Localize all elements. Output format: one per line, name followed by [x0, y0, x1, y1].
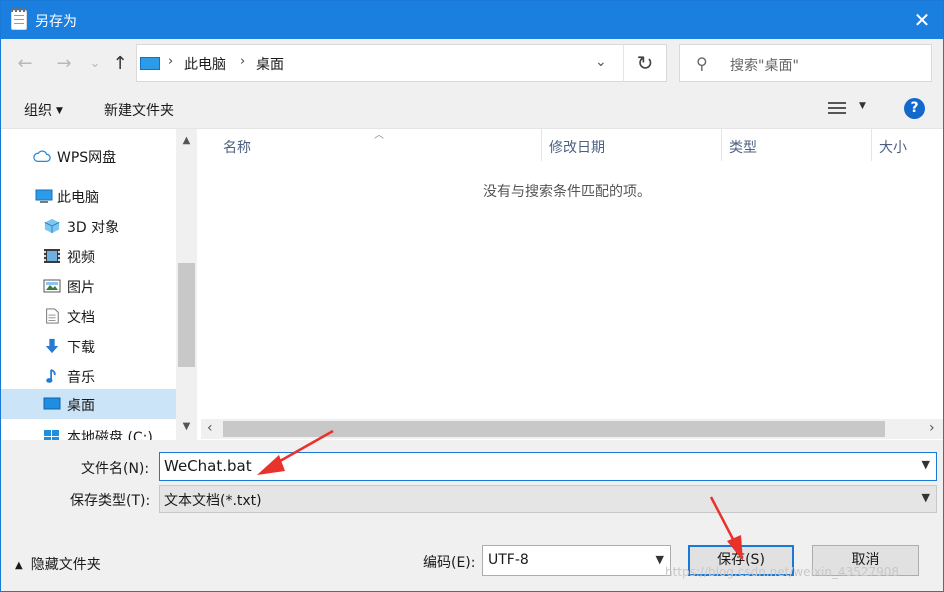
encoding-select[interactable]: UTF-8 ▼ [482, 545, 671, 576]
nav-item-label: 下载 [67, 340, 95, 356]
nav-scrollbar[interactable]: ▲ ▼ [176, 129, 197, 440]
scroll-right-icon[interactable]: › [929, 420, 935, 436]
notepad-icon [11, 8, 27, 30]
encoding-value: UTF-8 [488, 552, 529, 568]
window-title: 另存为 [35, 14, 77, 30]
chevron-up-icon: ▲ [15, 560, 23, 571]
chevron-down-icon[interactable]: ▼ [656, 553, 664, 566]
nav-item-wps-cloud[interactable]: WPS网盘 [1, 141, 176, 171]
file-list[interactable]: ︿ 名称 修改日期 类型 大小 没有与搜索条件匹配的项。 ‹ › [197, 128, 943, 440]
organize-label: 组织 [24, 103, 52, 119]
sort-ascending-icon: ︿ [374, 130, 384, 141]
up-button[interactable]: ↑ [108, 53, 132, 75]
nav-item-pictures[interactable]: 图片 [1, 271, 176, 301]
column-header-type[interactable]: 类型 [729, 137, 757, 157]
scroll-down-icon[interactable]: ▼ [176, 421, 197, 432]
breadcrumb-this-pc[interactable]: 此电脑 [184, 54, 226, 74]
filename-value: WeChat.bat [164, 457, 252, 475]
address-bar[interactable]: › 此电脑 › 桌面 ⌄ [136, 44, 667, 82]
column-header-size[interactable]: 大小 [879, 137, 907, 157]
nav-item-this-pc[interactable]: 此电脑 [1, 181, 176, 211]
nav-item-label: 桌面 [67, 398, 95, 414]
address-dropdown-icon[interactable]: ⌄ [595, 54, 607, 70]
computer-icon [35, 189, 53, 203]
encoding-label: 编码(E): [423, 555, 476, 571]
cloud-icon [33, 150, 51, 163]
document-icon [46, 308, 59, 324]
title-bar: 另存为 ✕ [1, 1, 943, 39]
nav-item-label: 3D 对象 [67, 220, 120, 236]
forward-button[interactable]: → [52, 53, 76, 75]
search-input[interactable]: ⚲ 搜索"桌面" [679, 44, 932, 82]
cube-icon [44, 218, 60, 234]
nav-item-videos[interactable]: 视频 [1, 241, 176, 271]
scroll-left-icon[interactable]: ‹ [207, 420, 213, 436]
breadcrumb-separator: › [168, 54, 174, 69]
close-button[interactable]: ✕ [899, 1, 943, 39]
annotation-arrow-icon [709, 496, 743, 561]
filetype-select[interactable]: 文本文档(*.txt) ▼ [159, 485, 937, 513]
column-header-name[interactable]: 名称 [223, 137, 251, 157]
view-options-icon[interactable] [828, 101, 846, 115]
scrollbar-thumb[interactable] [178, 263, 195, 367]
back-button[interactable]: ← [13, 53, 37, 75]
filetype-value: 文本文档(*.txt) [164, 493, 262, 509]
annotation-arrow-icon [257, 429, 334, 475]
nav-item-label: WPS网盘 [57, 150, 117, 166]
search-icon: ⚲ [696, 54, 708, 73]
breadcrumb-desktop[interactable]: 桌面 [256, 54, 284, 74]
nav-item-local-disk-c[interactable]: 本地磁盘 (C:) [1, 421, 176, 440]
chevron-down-icon[interactable]: ▼ [922, 458, 930, 471]
download-icon [45, 338, 59, 354]
nav-item-label: 文档 [67, 310, 95, 326]
column-divider[interactable] [541, 129, 542, 161]
breadcrumb-separator: › [240, 54, 246, 69]
drive-icon [44, 430, 59, 440]
computer-icon [140, 57, 160, 70]
column-divider[interactable] [721, 129, 722, 161]
organize-button[interactable]: 组织 ▼ [24, 100, 63, 120]
hide-folders-toggle[interactable]: ▲ 隐藏文件夹 [15, 554, 101, 574]
empty-state-message: 没有与搜索条件匹配的项。 [483, 184, 651, 200]
search-placeholder: 搜索"桌面" [730, 58, 799, 74]
filetype-label: 保存类型(T): [70, 493, 151, 509]
scroll-up-icon[interactable]: ▲ [176, 135, 197, 146]
nav-item-music[interactable]: 音乐 [1, 361, 176, 391]
help-button[interactable]: ? [904, 98, 925, 119]
recent-locations-button[interactable]: ⌄ [83, 53, 107, 75]
filename-label: 文件名(N): [81, 461, 150, 477]
nav-item-downloads[interactable]: 下载 [1, 331, 176, 361]
new-folder-button[interactable]: 新建文件夹 [104, 100, 174, 120]
refresh-button[interactable]: ↻ [623, 44, 667, 82]
picture-icon [43, 279, 61, 293]
nav-item-label: 本地磁盘 (C:) [67, 430, 153, 440]
nav-item-label: 音乐 [67, 370, 95, 386]
chevron-down-icon[interactable]: ▼ [922, 491, 930, 504]
column-header-modified[interactable]: 修改日期 [549, 137, 605, 157]
nav-item-label: 图片 [67, 280, 95, 296]
nav-item-label: 此电脑 [57, 190, 99, 206]
command-bar: 组织 ▼ 新建文件夹 [1, 91, 943, 127]
nav-item-label: 视频 [67, 250, 95, 266]
desktop-icon [43, 397, 61, 410]
hide-folders-label: 隐藏文件夹 [30, 557, 101, 573]
column-divider[interactable] [871, 129, 872, 161]
save-as-dialog: 另存为 ✕ ← → ⌄ ↑ › 此电脑 › 桌面 ⌄ ↻ ⚲ 搜索"桌面" 组织… [0, 0, 944, 592]
watermark-text: https://blog.csdn.net/weixin_43527908 [665, 565, 900, 579]
navigation-pane: WPS网盘 此电脑 3D 对象 视频 图片 文档 下载 音乐 桌面 本地磁盘 (… [1, 128, 197, 440]
music-icon [46, 368, 56, 383]
nav-item-documents[interactable]: 文档 [1, 301, 176, 331]
nav-item-desktop[interactable]: 桌面 [1, 389, 176, 419]
video-icon [44, 249, 60, 263]
nav-item-3d-objects[interactable]: 3D 对象 [1, 211, 176, 241]
view-dropdown-caret-icon[interactable]: ▼ [859, 101, 866, 111]
caret-down-icon: ▼ [56, 106, 63, 116]
